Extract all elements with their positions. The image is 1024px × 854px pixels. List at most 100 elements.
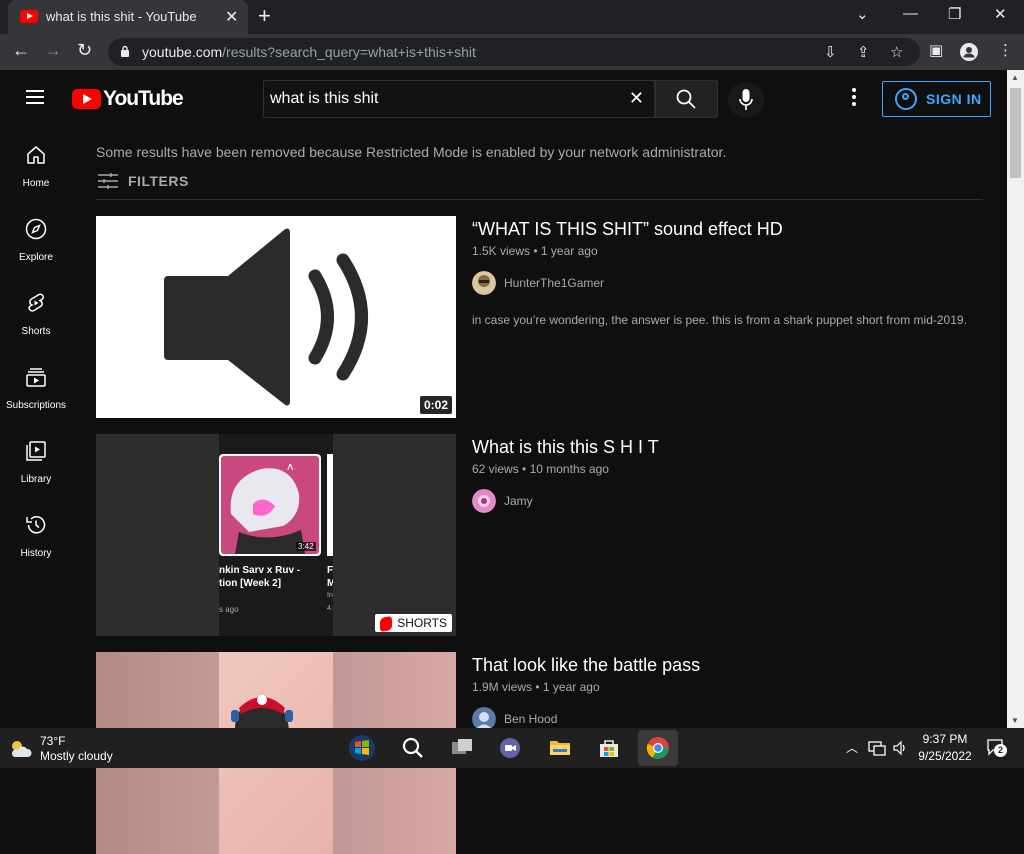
- chrome-taskbar-button[interactable]: [638, 730, 678, 766]
- next-frame-text-4: 4.: [327, 605, 333, 612]
- task-view-button[interactable]: [442, 730, 482, 766]
- show-hidden-icons-chevron-icon[interactable]: ︿: [846, 739, 858, 756]
- window-close-button[interactable]: ✕: [994, 5, 1007, 23]
- channel-avatar: [472, 489, 496, 513]
- history-icon: [26, 516, 46, 534]
- scrollbar-thumb[interactable]: [1010, 88, 1021, 178]
- inner-duration: 3:42: [296, 542, 316, 551]
- weather-temperature: 73°F: [40, 734, 66, 748]
- volume-icon[interactable]: [892, 740, 908, 756]
- guide-label-explore: Explore: [19, 252, 53, 263]
- shorts-blur-right: [333, 434, 456, 636]
- video-metadata: 1.9M views • 1 year ago: [472, 680, 600, 694]
- browser-tab-strip: what is this shit - YouTube ✕ + ⌄ — ❐ ✕: [0, 0, 1024, 34]
- video-metadata: 1.5K views • 1 year ago: [472, 244, 598, 258]
- install-app-icon[interactable]: ⇩: [824, 43, 837, 61]
- file-explorer-button[interactable]: [540, 730, 580, 766]
- shorts-icon: [28, 293, 44, 312]
- windows-start-icon: [349, 735, 375, 761]
- compass-icon: [25, 218, 47, 240]
- guide-item-shorts[interactable]: Shorts: [0, 276, 72, 350]
- video-description: in case you’re wondering, the answer is …: [472, 313, 967, 327]
- library-icon: [26, 441, 46, 461]
- video-result: 0:02 “WHAT IS THIS SHIT” sound effect HD…: [96, 216, 986, 418]
- video-thumbnail[interactable]: ʌ 3:42 nkin Sarv x Ruv - tion [Week 2] s…: [96, 434, 456, 636]
- subscriptions-icon: [26, 368, 46, 387]
- restricted-mode-notice: Some results have been removed because R…: [96, 144, 727, 160]
- upload-age: 10 months ago: [529, 462, 609, 476]
- scroll-down-arrow-icon[interactable]: ▼: [1011, 716, 1019, 725]
- weather-condition: Mostly cloudy: [40, 749, 113, 763]
- share-icon[interactable]: ⇪: [857, 43, 870, 61]
- sign-in-label: SIGN IN: [926, 91, 982, 107]
- sign-in-button[interactable]: SIGN IN: [882, 81, 991, 117]
- inner-title-2: tion [Week 2]: [219, 578, 282, 589]
- meta-separator: •: [533, 244, 538, 258]
- forward-button[interactable]: →: [44, 40, 62, 61]
- youtube-logo[interactable]: YouTube: [72, 87, 184, 111]
- shorts-badge: SHORTS: [375, 614, 452, 633]
- youtube-favicon-icon: [20, 10, 38, 23]
- guide-item-home[interactable]: Home: [0, 128, 72, 202]
- browser-tab[interactable]: what is this shit - YouTube ✕: [8, 0, 248, 34]
- chat-icon: [500, 738, 520, 758]
- back-button[interactable]: ←: [12, 40, 30, 61]
- taskbar-clock[interactable]: 9:37 PM 9/25/2022: [908, 732, 982, 763]
- guide-item-explore[interactable]: Explore: [0, 202, 72, 276]
- voice-search-button[interactable]: [728, 82, 764, 118]
- search-button[interactable]: [655, 80, 718, 118]
- network-icon[interactable]: [868, 740, 886, 756]
- inner-age: s ago: [219, 605, 239, 614]
- browser-toolbar: ← → ↻ youtube.com/results?search_query=w…: [0, 34, 1024, 70]
- inner-title-1: nkin Sarv x Ruv -: [219, 565, 301, 576]
- notification-center-button[interactable]: 2: [986, 738, 1008, 758]
- address-bar[interactable]: youtube.com/results?search_query=what+is…: [108, 38, 920, 66]
- clear-search-icon[interactable]: ✕: [629, 88, 644, 109]
- search-box: ✕: [263, 80, 655, 118]
- start-button[interactable]: [342, 730, 382, 766]
- guide-item-history[interactable]: History: [0, 498, 72, 572]
- shorts-frame: ʌ 3:42 nkin Sarv x Ruv - tion [Week 2] s…: [219, 434, 335, 636]
- channel-name: Ben Hood: [504, 712, 558, 726]
- tab-search-chevron-icon[interactable]: ⌄: [856, 5, 869, 23]
- guide-item-library[interactable]: Library: [0, 424, 72, 498]
- notification-count-badge: 2: [994, 744, 1007, 757]
- browser-menu-icon[interactable]: ⋮: [998, 41, 1013, 59]
- search-input[interactable]: [270, 87, 610, 111]
- video-title[interactable]: What is this this S H I T: [472, 437, 659, 458]
- microsoft-store-button[interactable]: [589, 730, 629, 766]
- bookmark-star-icon[interactable]: ☆: [890, 43, 903, 61]
- channel-name: HunterThe1Gamer: [504, 276, 605, 290]
- settings-more-icon[interactable]: [846, 88, 862, 110]
- windows-taskbar: 73°F Mostly cloudy ︿ 9:37 PM 9/25/2022 2: [0, 728, 1024, 768]
- url-path: /results?search_query=what+is+this+shit: [222, 44, 476, 60]
- taskbar-search[interactable]: [393, 730, 433, 766]
- guide-menu-icon[interactable]: [26, 90, 44, 104]
- teams-chat-button[interactable]: [490, 730, 530, 766]
- partly-cloudy-icon: [11, 741, 32, 757]
- new-tab-button[interactable]: +: [258, 3, 271, 29]
- video-title[interactable]: “WHAT IS THIS SHIT” sound effect HD: [472, 219, 783, 240]
- next-frame-text-3: In: [327, 592, 333, 599]
- tab-close-icon[interactable]: ✕: [225, 7, 238, 27]
- video-thumbnail[interactable]: 0:02: [96, 216, 456, 418]
- filters-divider: [96, 199, 983, 200]
- side-panel-icon[interactable]: ▣: [929, 41, 943, 59]
- upload-age: 1 year ago: [540, 244, 598, 258]
- page-scrollbar[interactable]: ▲ ▼: [1007, 70, 1024, 728]
- thumbnail-art: [231, 695, 293, 734]
- meta-separator: •: [522, 462, 527, 476]
- task-view-icon: [452, 739, 472, 754]
- guide-item-subscriptions[interactable]: Subscriptions: [0, 350, 72, 424]
- profile-icon[interactable]: [960, 43, 978, 61]
- scroll-up-arrow-icon[interactable]: ▲: [1011, 73, 1019, 82]
- shorts-badge-label: SHORTS: [397, 616, 447, 630]
- reload-button[interactable]: ↻: [77, 40, 92, 61]
- lock-icon: [121, 45, 129, 57]
- video-title[interactable]: That look like the battle pass: [472, 655, 700, 676]
- restore-button[interactable]: ❐: [948, 5, 961, 23]
- shorts-logo-icon: [380, 615, 393, 633]
- channel-avatar: [472, 271, 496, 295]
- minimize-button[interactable]: —: [903, 5, 918, 22]
- view-count: 62 views: [472, 462, 519, 476]
